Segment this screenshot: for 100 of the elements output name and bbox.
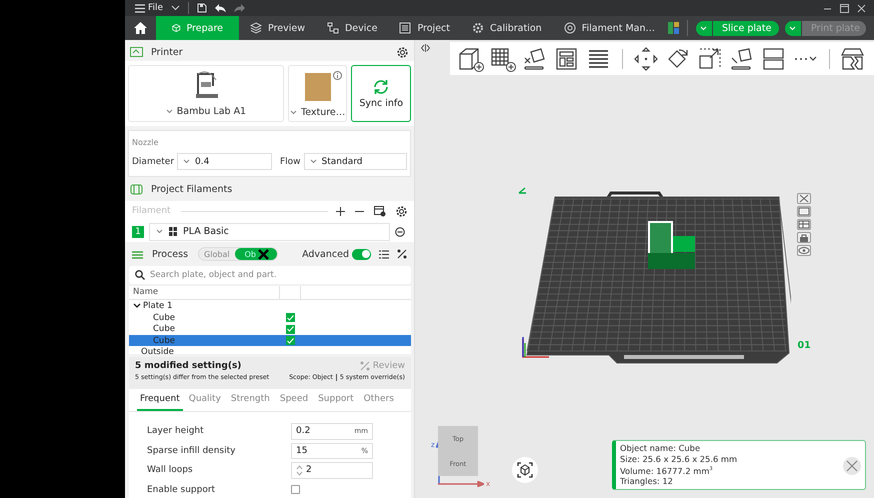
setting-label: Sparse infill density [147,446,236,456]
field-label: Diameter [132,156,174,167]
layers-icon [250,22,262,34]
scale-icon[interactable] [696,46,722,72]
dropdown-button[interactable] [784,20,801,36]
cube-plus-icon[interactable] [458,46,484,72]
settings-icon[interactable] [396,206,407,217]
close-icon[interactable] [796,193,810,204]
checkbox[interactable] [286,324,295,334]
grid-icon[interactable] [796,219,810,230]
collapse-panel-icon[interactable] [421,44,430,52]
tab[interactable]: Device [316,16,388,40]
camera-focus-icon[interactable] [512,457,538,483]
cut-icon[interactable] [840,46,866,72]
spin-field[interactable]: 2 [291,462,373,479]
tree-row[interactable]: Outside [129,346,411,354]
spool-icon [564,22,576,34]
percent-icon [360,361,370,372]
axis-x-icon [438,481,484,487]
percent-icon[interactable] [397,249,407,260]
undo-icon[interactable] [215,4,226,12]
printer-card[interactable]: Bambu Lab A1 [128,65,284,122]
tab[interactable]: Filament Man… [552,16,666,40]
lay-flat-icon[interactable] [728,46,754,72]
gear-icon [472,22,484,34]
modified-title: 5 modified setting(s) [135,361,242,372]
tab[interactable]: Preview [239,16,316,40]
filament-dropdown[interactable]: PLA Basic [149,222,390,241]
move-icon[interactable] [632,46,658,72]
tree-row[interactable]: Cube [129,323,411,335]
image-icon[interactable] [796,206,810,217]
grid-icon [169,227,177,236]
settings-tab[interactable]: Support [314,394,358,412]
cursor-icon [258,248,269,260]
caret-down-icon[interactable] [171,5,180,11]
menu-icon[interactable] [135,4,145,12]
sync-button[interactable]: Sync info [351,65,412,122]
info-icon[interactable] [333,71,342,80]
tab[interactable]: Project [388,16,461,40]
file-menu[interactable]: File [148,3,164,13]
cube-icon [172,22,180,34]
save-icon[interactable] [197,3,208,13]
info-text: Volume: 16777.2 mm$^{3}$ [620,464,714,476]
eye-icon[interactable] [796,245,810,256]
tree-row[interactable]: Cube [129,334,411,346]
settings-tab[interactable]: Speed [276,394,312,412]
nozzle-title: Nozzle [132,138,160,148]
color-grid-icon[interactable] [668,22,679,34]
plus-icon[interactable] [336,206,345,216]
tab[interactable]: Calibration [461,16,553,40]
settings-tab[interactable]: Strength [226,394,274,412]
monitor-icon [130,46,143,58]
checkbox[interactable] [286,313,295,322]
tree-row[interactable]: Cube [129,312,411,324]
plate-number: 01 [798,340,811,351]
grid-plus-icon[interactable] [490,46,516,72]
info-text: Size: 25.6 x 25.6 x 25.6 mm [620,454,738,464]
auto-orient-icon[interactable] [522,46,548,72]
filament-number: 1 [132,226,144,238]
arrange-icon[interactable] [554,46,580,72]
checkbox[interactable] [286,336,295,346]
setting-label: Layer height [147,426,205,436]
spool-icon [130,184,143,195]
column-header: Name [129,286,280,300]
chevron-down-icon[interactable] [133,303,141,310]
advanced-toggle[interactable] [352,248,371,260]
caret-down-icon [290,110,297,116]
dropdown-button[interactable] [696,20,712,36]
field-label: Flow [280,156,301,167]
home-icon[interactable] [134,22,147,34]
section-title: Printer [151,46,183,58]
filament-label: Filament [132,206,171,216]
caret-down-icon [788,26,796,30]
close-icon[interactable] [843,457,861,475]
diameter-dropdown[interactable]: 0.4 [177,153,272,170]
caret-down-icon [700,26,707,30]
list-icon[interactable] [379,250,389,259]
device-icon [326,22,339,34]
close-icon[interactable] [857,4,866,12]
printer-name: Bambu Lab A1 [176,106,246,118]
search-icon [135,270,145,280]
tree-row[interactable]: Plate 1 [129,300,411,312]
flow-dropdown[interactable]: Standard [304,153,407,170]
maximize-icon[interactable] [840,4,849,12]
plate-card[interactable]: Texture… [288,65,348,122]
caret-down-icon [166,109,173,114]
advanced-label: Advanced [302,248,349,260]
search-field[interactable]: Search plate, object and part. [129,266,411,284]
sync-icon [372,78,390,96]
settings-tab[interactable]: Quality [184,394,225,412]
settings-tab[interactable]: Others [360,394,398,412]
split-icon[interactable] [760,46,786,72]
checkbox[interactable] [291,485,300,494]
layers-icon [131,248,144,260]
caret-down-icon [183,159,190,164]
remove-icon[interactable] [395,226,405,237]
lock-icon[interactable] [796,232,810,243]
redo-icon [234,4,246,12]
settings-icon[interactable] [397,46,408,58]
search-input[interactable]: Search plate, object and part. [150,270,405,280]
